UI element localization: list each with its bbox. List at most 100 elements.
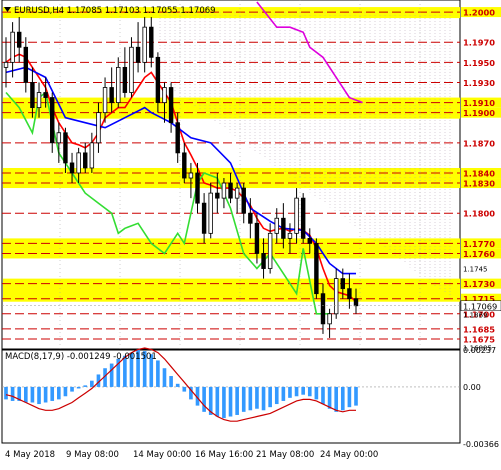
macd-histogram-bar	[83, 385, 88, 387]
price-level-label: 1.1950	[463, 58, 495, 68]
time-axis-label: 24 May 00:00	[320, 450, 378, 460]
price-tick-label: 1.1745	[463, 266, 488, 274]
macd-histogram-bar	[340, 386, 345, 411]
time-axis-label: 14 May 00:00	[133, 450, 191, 460]
candle-body	[102, 87, 108, 114]
candle-body	[267, 232, 273, 269]
time-axis-label: 9 May 08:00	[66, 450, 119, 460]
macd-histogram-bar	[30, 386, 35, 403]
macd-histogram-bar	[162, 368, 167, 387]
candle-body	[333, 278, 339, 315]
price-level-label: 1.1800	[463, 209, 495, 219]
candle-body	[320, 293, 326, 325]
support-resistance-zone	[3, 97, 460, 119]
candle-body	[274, 217, 279, 234]
candle-body	[287, 232, 293, 239]
price-axis: 1.2000 1.1970 1.1950 1.1930 1.19101.1900 1.18…	[460, 7, 501, 352]
macd-info-label: MACD(8,17,9) -0.001249 -0.001501	[5, 352, 157, 362]
chart-window[interactable]: 0.00237 0.00 -0.00366 1.2000 1.1970 1.1950 1.…	[0, 0, 501, 466]
time-axis-label: 16 May 16:00	[195, 450, 253, 460]
macd-histogram-bar	[274, 386, 279, 405]
macd-histogram-bar	[321, 386, 325, 405]
candle-body	[63, 132, 68, 164]
candle-body	[168, 87, 174, 124]
macd-histogram-bar	[43, 386, 48, 403]
price-tick-label: 1.16885	[463, 344, 492, 352]
price-level-label: 1.1870	[463, 138, 495, 148]
macd-histogram-bar	[156, 360, 160, 387]
macd-histogram-bar	[76, 386, 81, 389]
price-chart-svg[interactable]: 0.002370.00-0.00366 1.20001.19701.19501.…	[0, 0, 501, 466]
macd-histogram-bar	[268, 386, 272, 408]
candle-body	[294, 197, 299, 234]
candle-body	[3, 61, 9, 68]
candle-body	[10, 31, 15, 63]
main-price-panel[interactable]	[1, 0, 461, 350]
macd-histogram-bar	[57, 386, 61, 400]
macd-tick-label: -0.00366	[463, 440, 499, 449]
candle-body	[175, 122, 180, 154]
macd-histogram-bar	[215, 386, 220, 417]
macd-histogram-bar	[255, 386, 259, 409]
candle-body	[261, 253, 266, 269]
candle-body	[254, 222, 260, 254]
macd-histogram-bar	[248, 386, 253, 411]
macd-histogram-bar	[175, 383, 180, 387]
price-tick-label: 1.1869	[463, 311, 488, 319]
candle-body	[162, 87, 167, 103]
candle-body	[135, 46, 141, 63]
macd-histogram-bar	[261, 386, 266, 411]
candle-body	[109, 87, 114, 103]
candle-body	[281, 217, 286, 239]
time-axis: 4 May 2018 9 May 08:00 14 May 00:00 16 May …	[5, 450, 378, 460]
candle-body	[300, 197, 306, 239]
candle-body	[347, 288, 352, 300]
candle-body	[69, 162, 75, 174]
time-axis-label: 21 May 08:00	[256, 450, 314, 460]
candle-body	[30, 82, 35, 109]
price-level-label: 1.2000	[463, 8, 495, 18]
price-level-label: 1.1730	[463, 279, 495, 289]
candle-body	[340, 278, 346, 290]
candle-body	[182, 152, 187, 179]
macd-histogram-bar	[301, 386, 305, 395]
candle-body	[122, 66, 128, 93]
macd-histogram-bar	[37, 386, 41, 405]
price-level-label: 1.1970	[463, 38, 495, 48]
candle-body	[155, 56, 161, 103]
macd-histogram-bar	[90, 380, 94, 387]
candle-body	[56, 132, 62, 144]
candle-body	[195, 172, 200, 204]
candle-body	[188, 172, 194, 179]
price-level-label: 1.1930	[463, 78, 495, 88]
macd-histogram-bar	[314, 386, 319, 400]
macd-histogram-bar	[288, 386, 292, 398]
candle-body	[89, 142, 95, 169]
macd-histogram-bar	[70, 386, 74, 392]
macd-histogram-bar	[281, 386, 286, 401]
price-level-label: 1.1685	[463, 324, 495, 334]
macd-histogram-bar	[182, 386, 187, 392]
candle-body	[248, 212, 253, 224]
candle-body	[43, 92, 48, 98]
macd-histogram-bar	[228, 386, 233, 417]
candle-body	[23, 46, 29, 83]
macd-histogram-bar	[169, 376, 173, 387]
macd-histogram-bar	[307, 386, 312, 397]
support-resistance-zone	[3, 238, 460, 259]
price-level-label: 1.1830	[463, 179, 495, 189]
candle-body	[327, 313, 332, 325]
candle-body	[36, 92, 42, 109]
candle-body	[83, 152, 88, 169]
candle-body	[149, 26, 154, 58]
candle-body	[241, 187, 246, 214]
time-axis-label: 4 May 2018	[5, 450, 55, 460]
candle-body	[16, 31, 22, 48]
candle-body	[116, 66, 121, 103]
macd-histogram-bar	[294, 386, 299, 397]
macd-histogram-bar	[222, 386, 226, 419]
macd-histogram-bar	[202, 386, 206, 412]
price-level-label: 1.1770	[463, 239, 495, 249]
candle-body	[221, 182, 227, 199]
macd-histogram-bar	[23, 386, 28, 403]
